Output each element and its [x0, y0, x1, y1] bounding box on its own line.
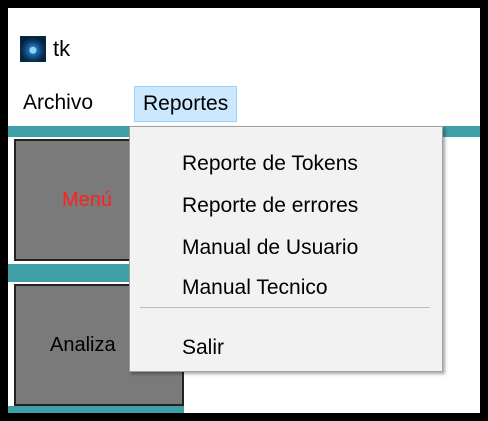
menu-bar: Archivo Reportes — [8, 80, 480, 126]
menu-separator — [140, 307, 430, 308]
title-bar: tk — [8, 8, 480, 80]
menu-archivo[interactable]: Archivo — [15, 86, 101, 122]
menu-item-salir[interactable]: Salir — [182, 335, 224, 361]
teal-divider-bottom — [8, 406, 184, 413]
reportes-dropdown: Reporte de Tokens Reporte de errores Man… — [129, 126, 443, 372]
analizar-button-label: Analiza — [50, 334, 116, 356]
menu-item-reporte-tokens[interactable]: Reporte de Tokens — [182, 151, 358, 177]
window-title: tk — [53, 36, 71, 61]
app-icon — [20, 36, 46, 62]
window-frame: tk Archivo Reportes Menú Analiza Reporte… — [0, 0, 488, 421]
menu-reportes[interactable]: Reportes — [134, 86, 238, 122]
menu-item-manual-tecnico[interactable]: Manual Tecnico — [182, 275, 328, 301]
menu-item-reporte-errores[interactable]: Reporte de errores — [182, 193, 358, 219]
menu-item-manual-usuario[interactable]: Manual de Usuario — [182, 235, 358, 261]
menu-button-label: Menú — [62, 189, 113, 211]
